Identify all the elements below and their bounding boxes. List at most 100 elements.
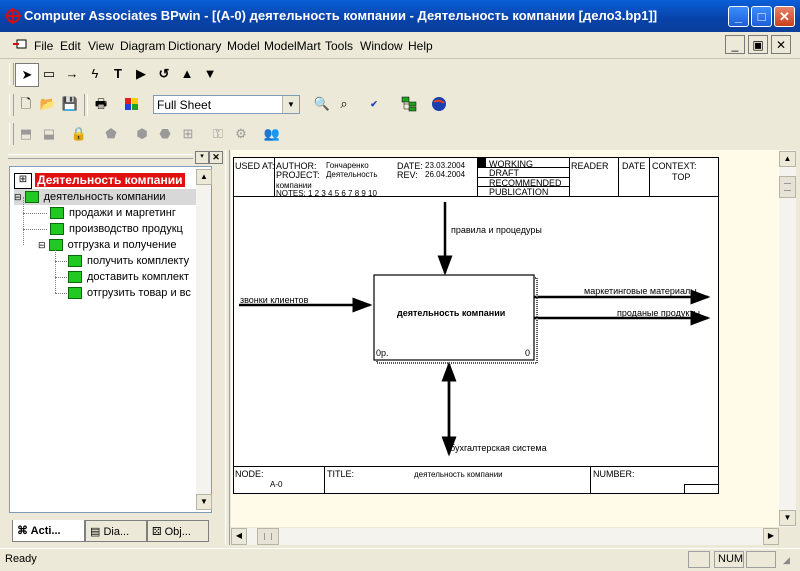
go-to-child-icon[interactable]: ▼ (199, 63, 221, 85)
menu-edit[interactable]: Edit (60, 39, 81, 53)
activity-box-tool-icon[interactable]: ▭ (38, 63, 60, 85)
activity-icon (68, 287, 82, 300)
tree-item[interactable]: ⊟ отгрузка и получение (38, 237, 176, 253)
tree-vertical-scrollbar[interactable]: ▲ ▼ (196, 169, 212, 510)
output-label-2[interactable]: проданые продукты (617, 308, 700, 318)
canvas-vertical-scrollbar[interactable]: ▲ ▼ (779, 150, 796, 527)
num-lock-indicator: NUM (714, 551, 744, 568)
tree-item[interactable]: ⊟ деятельность компании (14, 189, 209, 205)
settings-icon[interactable]: ⚙ (230, 123, 252, 145)
input-label[interactable]: звонки клиентов (240, 295, 308, 305)
disconnect-icon[interactable]: ⬓ (38, 123, 60, 145)
maximize-button[interactable]: □ (751, 6, 772, 27)
tree-line (55, 245, 57, 293)
activity-icon (68, 271, 82, 284)
collapse-icon[interactable]: ⊟ (38, 240, 46, 250)
collapse-icon[interactable]: ⊟ (14, 192, 22, 202)
mechanism-label[interactable]: бухгалтерская система (450, 443, 547, 453)
menu-diagram[interactable]: Diagram (120, 39, 165, 53)
resize-grip-icon[interactable]: ◢ (783, 555, 795, 567)
menu-help[interactable]: Help (408, 39, 433, 53)
color-palette-icon[interactable] (121, 93, 143, 115)
status-panel (746, 551, 776, 568)
chevron-down-icon[interactable]: ▼ (282, 96, 299, 113)
save-model-icon[interactable]: ⬣ (154, 123, 176, 145)
model-explorer-icon[interactable] (398, 93, 420, 115)
rotate-tool-icon[interactable]: ↺ (153, 63, 175, 85)
arrow-tool-icon[interactable]: → (61, 63, 83, 85)
lock-icon[interactable]: 🔒 (68, 123, 90, 145)
vertical-scroll-thumb[interactable] (779, 176, 796, 198)
tree-item[interactable]: доставить комплект (60, 269, 189, 285)
menu-file[interactable]: File (34, 39, 53, 53)
menu-modelmart[interactable]: ModelMart (264, 39, 321, 53)
scroll-up-icon[interactable]: ▲ (779, 151, 796, 167)
spell-check-icon[interactable]: ✔ (363, 93, 385, 115)
go-to-parent-icon[interactable]: ▲ (176, 63, 198, 85)
toolbar-grip[interactable] (9, 63, 14, 85)
pointer-tool-icon[interactable]: ➤ (15, 63, 39, 87)
menu-tools[interactable]: Tools (325, 39, 353, 53)
tab-objects[interactable]: ⚄ Obj... (147, 520, 209, 542)
mdi-close-button[interactable]: ✕ (771, 35, 791, 54)
explorer-close-button[interactable]: ✕ (209, 151, 223, 164)
toolbox-bar: ➤ ▭ → ϟ T ▶ ↺ ▲ ▼ (0, 59, 800, 90)
tree-item[interactable]: производство продукц (40, 221, 183, 237)
menu-view[interactable]: View (88, 39, 114, 53)
tree-item[interactable]: отгрузить товар и вс (60, 285, 191, 301)
tree-line (55, 261, 67, 262)
toolbar-separator (84, 94, 88, 116)
tree-item[interactable]: получить комплекту (60, 253, 189, 269)
play-tool-icon[interactable]: ▶ (130, 63, 152, 85)
zoom-select[interactable]: Full Sheet ▼ (153, 95, 300, 114)
tree-item[interactable]: продажи и маргетинг (40, 205, 176, 221)
tree-root[interactable]: ⊞ Деятельность компании (14, 172, 185, 190)
save-icon[interactable]: 💾 (59, 93, 81, 115)
scroll-up-icon[interactable]: ▲ (196, 169, 212, 185)
modelmart-globe-icon[interactable] (428, 93, 450, 115)
scroll-right-icon[interactable]: ▶ (763, 528, 779, 545)
open-folder-icon[interactable]: 📂 (37, 93, 59, 115)
tab-activities[interactable]: ⌘ Acti... (12, 520, 85, 542)
toolbar-grip[interactable] (9, 94, 14, 116)
text-tool-icon[interactable]: T (107, 63, 129, 85)
toolbar-grip[interactable] (9, 123, 14, 145)
squiggle-tool-icon[interactable]: ϟ (84, 63, 106, 85)
zoom-in-icon[interactable]: 🔍 (311, 93, 333, 115)
connect-icon[interactable]: ⬒ (15, 123, 37, 145)
status-panel (688, 551, 710, 568)
control-label[interactable]: правила и процедуры (451, 225, 542, 235)
explorer-drag-handle[interactable] (8, 154, 193, 159)
open-model-icon[interactable]: ⬢ (131, 123, 153, 145)
menu-window[interactable]: Window (360, 39, 403, 53)
menu-model[interactable]: Model (227, 39, 260, 53)
scroll-down-icon[interactable]: ▼ (779, 510, 796, 526)
compare-icon[interactable]: ⊞ (177, 123, 199, 145)
document-icon[interactable] (13, 38, 29, 50)
canvas-horizontal-scrollbar[interactable]: ◀ ▶ (231, 528, 779, 545)
explorer-header: ▾ ✕ (4, 150, 225, 164)
tab-diagrams[interactable]: ▤ Dia... (85, 520, 147, 542)
status-bar: Ready NUM ◢ (0, 548, 800, 571)
close-button[interactable]: ✕ (774, 6, 795, 27)
output-label-1[interactable]: маркетинговые материалы (584, 286, 697, 296)
users-icon[interactable]: 👥 (261, 123, 283, 145)
explorer-collapse-button[interactable]: ▾ (195, 151, 209, 164)
pane-splitter[interactable] (225, 150, 230, 545)
horizontal-scroll-thumb[interactable] (257, 528, 279, 545)
security-icon[interactable]: ⚿ (207, 123, 229, 145)
activity-box-number: 0 (525, 348, 531, 358)
activity-icon (50, 207, 64, 220)
tree-line (23, 229, 47, 230)
scroll-left-icon[interactable]: ◀ (231, 528, 247, 545)
catalog-icon[interactable]: ⬟ (100, 123, 122, 145)
mdi-minimize-button[interactable]: _ (725, 35, 745, 54)
zoom-out-icon[interactable]: ⌕ (333, 93, 355, 115)
print-icon[interactable]: 🖶 (90, 93, 112, 115)
minimize-button[interactable]: _ (728, 6, 749, 27)
new-file-icon[interactable]: 🗋 (15, 93, 37, 115)
scroll-down-icon[interactable]: ▼ (196, 494, 212, 510)
menu-dictionary[interactable]: Dictionary (168, 39, 221, 53)
mdi-restore-button[interactable]: ▣ (748, 35, 768, 54)
modelmart-toolbar: ⬒ ⬓ 🔒 ⬟ ⬢ ⬣ ⊞ ⚿ ⚙ 👥 (0, 120, 800, 148)
